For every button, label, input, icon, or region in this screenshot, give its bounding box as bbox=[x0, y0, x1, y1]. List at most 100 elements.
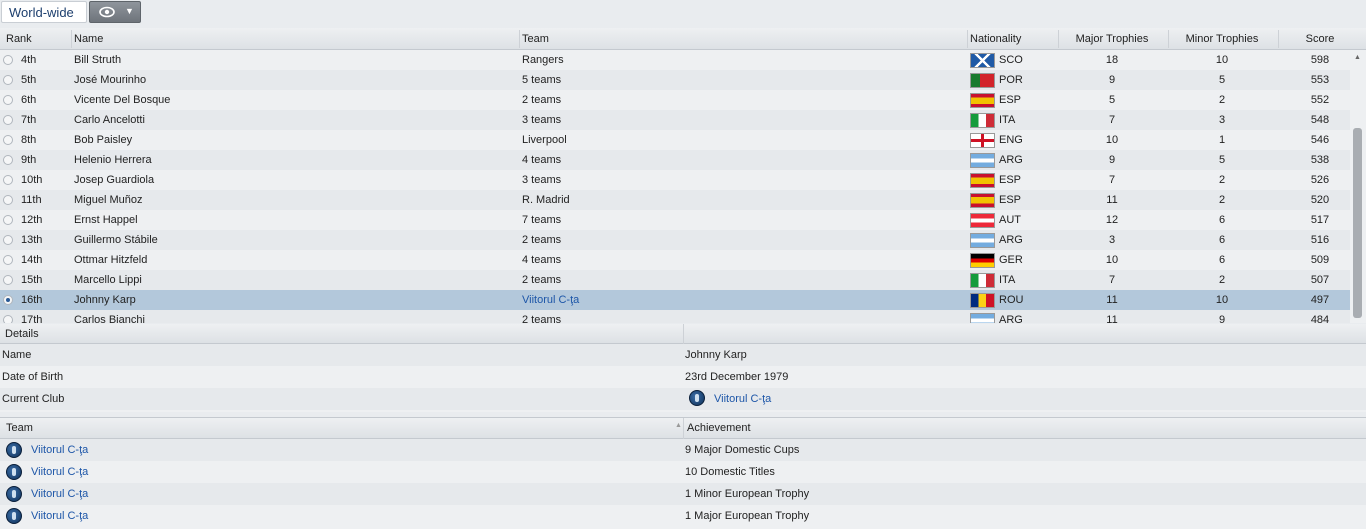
flag-icon bbox=[970, 313, 995, 323]
team-cell[interactable]: Rangers bbox=[522, 54, 564, 66]
name-cell[interactable]: Johnny Karp bbox=[74, 294, 136, 306]
table-row[interactable]: 6th Vicente Del Bosque 2 teams ESP 5 2 552 bbox=[0, 90, 1350, 110]
major-trophies-cell: 10 bbox=[1105, 254, 1119, 266]
table-row[interactable]: Viitorul C-ţa 1 Major European Trophy bbox=[0, 505, 1366, 527]
team-cell[interactable]: 2 teams bbox=[522, 314, 561, 323]
table-row[interactable]: 16th Johnny Karp Viitorul C-ţa ROU 11 10 497 bbox=[0, 290, 1350, 310]
team-cell[interactable]: 7 teams bbox=[522, 214, 561, 226]
scope-selector[interactable]: World-wide bbox=[1, 1, 87, 23]
team-cell[interactable]: 3 teams bbox=[522, 174, 561, 186]
name-cell[interactable]: Josep Guardiola bbox=[74, 174, 154, 186]
col-name[interactable]: Name bbox=[74, 33, 103, 45]
name-cell[interactable]: Guillermo Stábile bbox=[74, 234, 158, 246]
col-achievement[interactable]: Achievement bbox=[687, 422, 751, 434]
table-row[interactable]: 14th Ottmar Hitzfeld 4 teams GER 10 6 509 bbox=[0, 250, 1350, 270]
row-radio[interactable] bbox=[3, 175, 13, 185]
nationality-cell: ESP bbox=[999, 194, 1022, 206]
name-cell[interactable]: José Mourinho bbox=[74, 74, 146, 86]
ranking-table: Rank Name Team Nationality Major Trophie… bbox=[0, 28, 1366, 323]
team-cell[interactable]: 5 teams bbox=[522, 74, 561, 86]
table-row[interactable]: 8th Bob Paisley Liverpool ENG 10 1 546 bbox=[0, 130, 1350, 150]
team-cell[interactable]: 4 teams bbox=[522, 254, 561, 266]
team-cell[interactable]: 2 teams bbox=[522, 274, 561, 286]
name-cell[interactable]: Carlos Bianchi bbox=[74, 314, 145, 323]
name-cell[interactable]: Ottmar Hitzfeld bbox=[74, 254, 147, 266]
table-row[interactable]: Viitorul C-ţa 10 Domestic Titles bbox=[0, 461, 1366, 483]
team-cell[interactable]: Viitorul C-ţa bbox=[522, 294, 579, 306]
table-row[interactable]: 9th Helenio Herrera 4 teams ARG 9 5 538 bbox=[0, 150, 1350, 170]
name-cell[interactable]: Bill Struth bbox=[74, 54, 121, 66]
scroll-up-icon[interactable]: ▲ bbox=[1354, 54, 1361, 61]
scrollbar-thumb[interactable] bbox=[1353, 128, 1362, 318]
table-row[interactable]: 10th Josep Guardiola 3 teams ESP 7 2 526 bbox=[0, 170, 1350, 190]
team-cell[interactable]: 4 teams bbox=[522, 154, 561, 166]
col-team[interactable]: Team bbox=[6, 422, 33, 434]
rank-cell: 17th bbox=[21, 314, 43, 323]
row-radio[interactable] bbox=[3, 235, 13, 245]
team-cell[interactable]: 2 teams bbox=[522, 94, 561, 106]
table-row[interactable]: Viitorul C-ţa 1 Minor European Trophy bbox=[0, 483, 1366, 505]
row-radio[interactable] bbox=[3, 55, 13, 65]
name-cell[interactable]: Vicente Del Bosque bbox=[74, 94, 170, 106]
vertical-scrollbar[interactable]: ▲ ▼ bbox=[1350, 50, 1366, 323]
table-row[interactable]: 13th Guillermo Stábile 2 teams ARG 3 6 516 bbox=[0, 230, 1350, 250]
col-minor-trophies[interactable]: Minor Trophies bbox=[1168, 33, 1276, 45]
team-cell[interactable]: 2 teams bbox=[522, 234, 561, 246]
row-radio[interactable] bbox=[3, 135, 13, 145]
minor-trophies-cell: 10 bbox=[1215, 294, 1229, 306]
table-row[interactable]: 17th Carlos Bianchi 2 teams ARG 11 9 484 bbox=[0, 310, 1350, 323]
name-cell[interactable]: Carlo Ancelotti bbox=[74, 114, 145, 126]
team-link[interactable]: Viitorul C-ţa bbox=[31, 510, 88, 522]
name-cell[interactable]: Ernst Happel bbox=[74, 214, 138, 226]
table-row[interactable]: 4th Bill Struth Rangers SCO 18 10 598 bbox=[0, 50, 1350, 70]
details-title: Details bbox=[5, 328, 39, 340]
table-row[interactable]: 12th Ernst Happel 7 teams AUT 12 6 517 bbox=[0, 210, 1350, 230]
nationality-cell: ARG bbox=[999, 234, 1023, 246]
name-cell[interactable]: Bob Paisley bbox=[74, 134, 132, 146]
name-cell[interactable]: Marcello Lippi bbox=[74, 274, 142, 286]
row-radio[interactable] bbox=[3, 275, 13, 285]
table-row[interactable]: 11th Miguel Muñoz R. Madrid ESP 11 2 520 bbox=[0, 190, 1350, 210]
club-badge-icon bbox=[6, 464, 22, 480]
flag-icon bbox=[970, 253, 995, 268]
team-link[interactable]: Viitorul C-ţa bbox=[31, 444, 88, 456]
team-link[interactable]: Viitorul C-ţa bbox=[31, 488, 88, 500]
table-row[interactable]: 15th Marcello Lippi 2 teams ITA 7 2 507 bbox=[0, 270, 1350, 290]
name-cell[interactable]: Helenio Herrera bbox=[74, 154, 152, 166]
team-cell[interactable]: Liverpool bbox=[522, 134, 567, 146]
row-radio[interactable] bbox=[3, 195, 13, 205]
col-team[interactable]: Team bbox=[522, 33, 549, 45]
major-trophies-cell: 11 bbox=[1106, 294, 1118, 306]
table-row[interactable]: Viitorul C-ţa 9 Major Domestic Cups bbox=[0, 439, 1366, 461]
team-link[interactable]: Viitorul C-ţa bbox=[31, 466, 88, 478]
toolbar: World-wide ▼ bbox=[0, 0, 1366, 27]
row-radio[interactable] bbox=[3, 215, 13, 225]
team-cell[interactable]: 3 teams bbox=[522, 114, 561, 126]
sort-arrow-icon: ▲ bbox=[675, 422, 682, 429]
major-trophies-cell: 3 bbox=[1108, 234, 1116, 246]
current-club-link[interactable]: Viitorul C-ţa bbox=[714, 393, 771, 405]
table-row[interactable]: 5th José Mourinho 5 teams POR 9 5 553 bbox=[0, 70, 1350, 90]
row-radio[interactable] bbox=[3, 75, 13, 85]
team-cell[interactable]: R. Madrid bbox=[522, 194, 570, 206]
minor-trophies-cell: 10 bbox=[1215, 54, 1229, 66]
row-radio[interactable] bbox=[3, 115, 13, 125]
col-nationality[interactable]: Nationality bbox=[970, 33, 1021, 45]
col-rank[interactable]: Rank bbox=[6, 33, 32, 45]
col-major-trophies[interactable]: Major Trophies bbox=[1058, 33, 1166, 45]
nationality-cell: ARG bbox=[999, 154, 1023, 166]
club-badge-icon bbox=[6, 442, 22, 458]
minor-trophies-cell: 3 bbox=[1218, 114, 1226, 126]
major-trophies-cell: 18 bbox=[1105, 54, 1119, 66]
row-radio[interactable] bbox=[3, 155, 13, 165]
col-score[interactable]: Score bbox=[1278, 33, 1362, 45]
major-trophies-cell: 11 bbox=[1106, 194, 1118, 206]
club-badge-icon bbox=[6, 508, 22, 524]
view-options-button[interactable]: ▼ bbox=[89, 1, 141, 23]
row-radio[interactable] bbox=[3, 295, 13, 305]
row-radio[interactable] bbox=[3, 255, 13, 265]
name-cell[interactable]: Miguel Muñoz bbox=[74, 194, 142, 206]
table-row[interactable]: 7th Carlo Ancelotti 3 teams ITA 7 3 548 bbox=[0, 110, 1350, 130]
row-radio[interactable] bbox=[3, 315, 13, 323]
row-radio[interactable] bbox=[3, 95, 13, 105]
